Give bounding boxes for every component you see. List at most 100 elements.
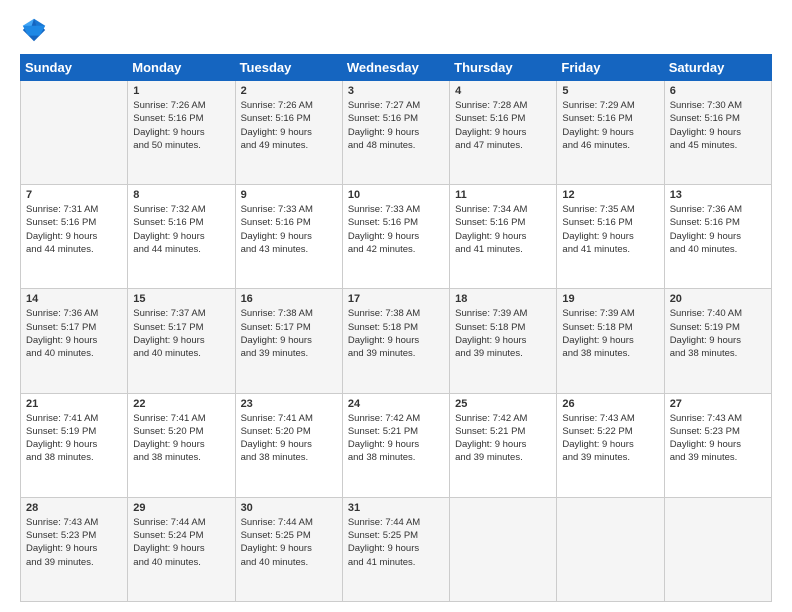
calendar-cell: 3Sunrise: 7:27 AM Sunset: 5:16 PM Daylig…: [342, 81, 449, 185]
calendar-cell: 19 Sunrise: 7:39 AM Sunset: 5:18 PM Dayli…: [557, 289, 664, 393]
day-number: 26: [562, 398, 658, 410]
calendar-cell: [664, 497, 771, 601]
day-info: Sunrise: 7:29 AM Sunset: 5:16 PM Dayligh…: [562, 99, 658, 152]
calendar-cell: 22 Sunrise: 7:41 AM Sunset: 5:20 PM Dayli…: [128, 393, 235, 497]
day-number: 23: [241, 398, 337, 410]
day-number: 2: [241, 85, 337, 97]
day-info: Sunrise: 7:30 AM Sunset: 5:16 PM Dayligh…: [670, 99, 766, 152]
calendar-cell: 1 Sunrise: 7:26 AM Sunset: 5:16 PM Daylig…: [128, 81, 235, 185]
day-header-sunday: Sunday: [21, 55, 128, 81]
calendar-cell: 4 Sunrise: 7:28 AM Sunset: 5:16 PM Daylig…: [450, 81, 557, 185]
calendar-cell: 16 Sunrise: 7:38 AM Sunset: 5:17 PM Dayli…: [235, 289, 342, 393]
day-info: Sunrise: 7:39 AM Sunset: 5:18 PM Dayligh…: [455, 307, 551, 360]
calendar-cell: 2 Sunrise: 7:26 AM Sunset: 5:16 PM Daylig…: [235, 81, 342, 185]
calendar-cell: [450, 497, 557, 601]
day-number: 18: [455, 293, 551, 305]
day-number: 6: [670, 85, 766, 97]
day-header-friday: Friday: [557, 55, 664, 81]
day-number: 16: [241, 293, 337, 305]
day-number: 13: [670, 189, 766, 201]
calendar-cell: 12 Sunrise: 7:35 AM Sunset: 5:16 PM Dayli…: [557, 185, 664, 289]
calendar-cell: 7Sunrise: 7:31 AM Sunset: 5:16 PM Daylig…: [21, 185, 128, 289]
day-number: 1: [133, 85, 229, 97]
day-number: 8: [133, 189, 229, 201]
day-info: Sunrise: 7:33 AM Sunset: 5:16 PM Dayligh…: [348, 203, 444, 256]
calendar-cell: 24 Sunrise: 7:42 AM Sunset: 5:21 PM Dayli…: [342, 393, 449, 497]
day-number: 29: [133, 502, 229, 514]
calendar-cell: 13Sunrise: 7:36 AM Sunset: 5:16 PM Dayli…: [664, 185, 771, 289]
day-info: Sunrise: 7:26 AM Sunset: 5:16 PM Dayligh…: [133, 99, 229, 152]
day-number: 27: [670, 398, 766, 410]
day-info: Sunrise: 7:27 AM Sunset: 5:16 PM Dayligh…: [348, 99, 444, 152]
day-info: Sunrise: 7:26 AM Sunset: 5:16 PM Dayligh…: [241, 99, 337, 152]
week-row: 21 Sunrise: 7:41 AM Sunset: 5:19 PM Dayli…: [21, 393, 772, 497]
day-number: 10: [348, 189, 444, 201]
day-info: Sunrise: 7:42 AM Sunset: 5:21 PM Dayligh…: [348, 412, 444, 465]
day-info: Sunrise: 7:28 AM Sunset: 5:16 PM Dayligh…: [455, 99, 551, 152]
calendar-cell: 10 Sunrise: 7:33 AM Sunset: 5:16 PM Dayli…: [342, 185, 449, 289]
day-number: 24: [348, 398, 444, 410]
calendar-cell: 5Sunrise: 7:29 AM Sunset: 5:16 PM Daylig…: [557, 81, 664, 185]
logo-icon: [20, 16, 48, 44]
calendar-cell: 31Sunrise: 7:44 AM Sunset: 5:25 PM Dayli…: [342, 497, 449, 601]
day-number: 22: [133, 398, 229, 410]
logo: [20, 16, 52, 44]
calendar-cell: 11Sunrise: 7:34 AM Sunset: 5:16 PM Dayli…: [450, 185, 557, 289]
day-number: 25: [455, 398, 551, 410]
calendar-cell: 21 Sunrise: 7:41 AM Sunset: 5:19 PM Dayli…: [21, 393, 128, 497]
day-info: Sunrise: 7:41 AM Sunset: 5:20 PM Dayligh…: [241, 412, 337, 465]
day-info: Sunrise: 7:35 AM Sunset: 5:16 PM Dayligh…: [562, 203, 658, 256]
day-info: Sunrise: 7:38 AM Sunset: 5:17 PM Dayligh…: [241, 307, 337, 360]
day-info: Sunrise: 7:40 AM Sunset: 5:19 PM Dayligh…: [670, 307, 766, 360]
day-info: Sunrise: 7:44 AM Sunset: 5:24 PM Dayligh…: [133, 516, 229, 569]
day-number: 30: [241, 502, 337, 514]
day-info: Sunrise: 7:36 AM Sunset: 5:17 PM Dayligh…: [26, 307, 122, 360]
day-header-monday: Monday: [128, 55, 235, 81]
day-header-saturday: Saturday: [664, 55, 771, 81]
header-row: SundayMondayTuesdayWednesdayThursdayFrid…: [21, 55, 772, 81]
day-info: Sunrise: 7:43 AM Sunset: 5:23 PM Dayligh…: [670, 412, 766, 465]
calendar-cell: 28 Sunrise: 7:43 AM Sunset: 5:23 PM Dayli…: [21, 497, 128, 601]
day-number: 17: [348, 293, 444, 305]
calendar-cell: 29 Sunrise: 7:44 AM Sunset: 5:24 PM Dayli…: [128, 497, 235, 601]
day-info: Sunrise: 7:43 AM Sunset: 5:23 PM Dayligh…: [26, 516, 122, 569]
calendar: SundayMondayTuesdayWednesdayThursdayFrid…: [20, 54, 772, 602]
calendar-cell: 18 Sunrise: 7:39 AM Sunset: 5:18 PM Dayli…: [450, 289, 557, 393]
page: SundayMondayTuesdayWednesdayThursdayFrid…: [0, 0, 792, 612]
day-number: 7: [26, 189, 122, 201]
day-info: Sunrise: 7:33 AM Sunset: 5:16 PM Dayligh…: [241, 203, 337, 256]
calendar-cell: 9 Sunrise: 7:33 AM Sunset: 5:16 PM Daylig…: [235, 185, 342, 289]
week-row: 28 Sunrise: 7:43 AM Sunset: 5:23 PM Dayli…: [21, 497, 772, 601]
day-info: Sunrise: 7:42 AM Sunset: 5:21 PM Dayligh…: [455, 412, 551, 465]
week-row: 7Sunrise: 7:31 AM Sunset: 5:16 PM Daylig…: [21, 185, 772, 289]
calendar-cell: 8Sunrise: 7:32 AM Sunset: 5:16 PM Daylig…: [128, 185, 235, 289]
calendar-cell: 6 Sunrise: 7:30 AM Sunset: 5:16 PM Daylig…: [664, 81, 771, 185]
day-number: 31: [348, 502, 444, 514]
day-number: 19: [562, 293, 658, 305]
day-info: Sunrise: 7:38 AM Sunset: 5:18 PM Dayligh…: [348, 307, 444, 360]
calendar-cell: 17 Sunrise: 7:38 AM Sunset: 5:18 PM Dayli…: [342, 289, 449, 393]
calendar-cell: [21, 81, 128, 185]
calendar-cell: 30Sunrise: 7:44 AM Sunset: 5:25 PM Dayli…: [235, 497, 342, 601]
day-number: 9: [241, 189, 337, 201]
day-info: Sunrise: 7:41 AM Sunset: 5:20 PM Dayligh…: [133, 412, 229, 465]
day-info: Sunrise: 7:34 AM Sunset: 5:16 PM Dayligh…: [455, 203, 551, 256]
calendar-cell: 25 Sunrise: 7:42 AM Sunset: 5:21 PM Dayli…: [450, 393, 557, 497]
day-number: 21: [26, 398, 122, 410]
week-row: 14Sunrise: 7:36 AM Sunset: 5:17 PM Dayli…: [21, 289, 772, 393]
day-number: 12: [562, 189, 658, 201]
calendar-cell: 26 Sunrise: 7:43 AM Sunset: 5:22 PM Dayli…: [557, 393, 664, 497]
day-info: Sunrise: 7:43 AM Sunset: 5:22 PM Dayligh…: [562, 412, 658, 465]
day-info: Sunrise: 7:39 AM Sunset: 5:18 PM Dayligh…: [562, 307, 658, 360]
day-number: 4: [455, 85, 551, 97]
day-info: Sunrise: 7:41 AM Sunset: 5:19 PM Dayligh…: [26, 412, 122, 465]
day-number: 20: [670, 293, 766, 305]
calendar-cell: 20 Sunrise: 7:40 AM Sunset: 5:19 PM Dayli…: [664, 289, 771, 393]
calendar-cell: [557, 497, 664, 601]
day-number: 28: [26, 502, 122, 514]
calendar-cell: 15Sunrise: 7:37 AM Sunset: 5:17 PM Dayli…: [128, 289, 235, 393]
day-number: 15: [133, 293, 229, 305]
day-header-thursday: Thursday: [450, 55, 557, 81]
calendar-cell: 23 Sunrise: 7:41 AM Sunset: 5:20 PM Dayli…: [235, 393, 342, 497]
header: [20, 16, 772, 44]
